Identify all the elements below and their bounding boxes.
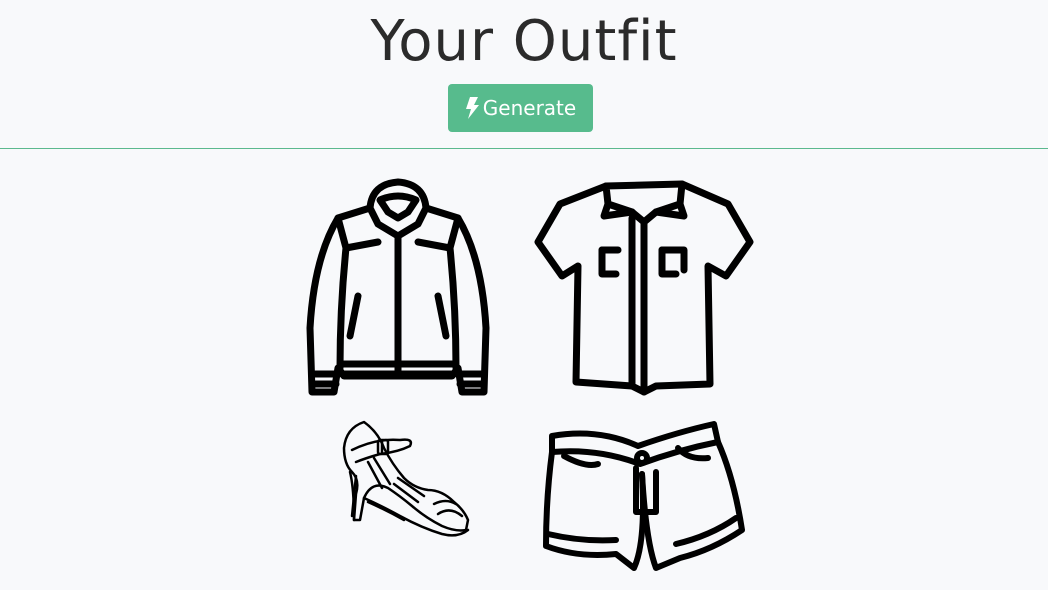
jacket-icon <box>300 178 496 400</box>
outfit-item-jacket <box>300 178 496 400</box>
outfit-item-shirt <box>532 178 756 398</box>
generate-button-label: Generate <box>482 96 577 120</box>
shirt-icon <box>532 178 756 398</box>
shorts-icon <box>538 418 750 574</box>
outfit-item-shoe <box>338 418 472 540</box>
bolt-icon <box>465 97 479 119</box>
high-heel-sandal-icon <box>338 418 472 540</box>
header: Your Outfit Generate <box>0 0 1048 149</box>
outfit-item-shorts <box>538 418 750 574</box>
page-title: Your Outfit <box>370 9 678 74</box>
generate-button[interactable]: Generate <box>448 84 593 132</box>
